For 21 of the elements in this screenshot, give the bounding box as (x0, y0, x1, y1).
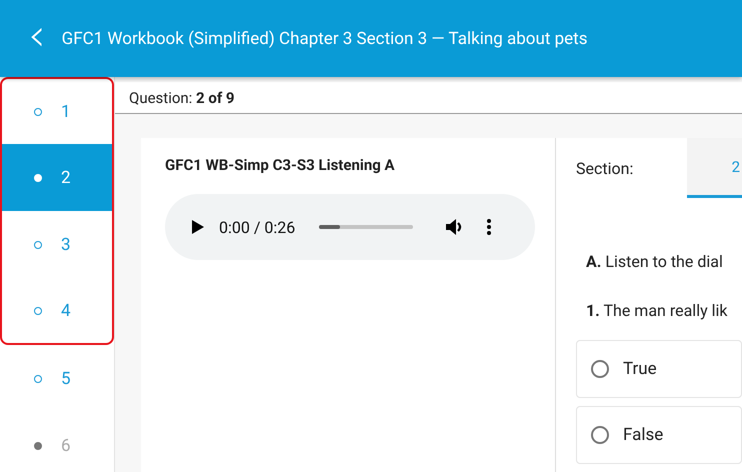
question-nav-item[interactable]: 2 (0, 144, 114, 211)
question-text: 1. The man really lik (586, 301, 729, 320)
audio-time: 0:00 / 0:26 (219, 218, 296, 236)
more-icon[interactable] (487, 219, 492, 235)
question-nav-item[interactable]: 5 (0, 345, 114, 412)
answer-option[interactable]: False (576, 406, 742, 464)
question-counter: Question: 2 of 9 (129, 88, 235, 106)
option-label: True (623, 359, 657, 379)
audio-player[interactable]: 0:00 / 0:26 (165, 194, 535, 260)
play-icon[interactable] (191, 219, 205, 235)
page-title: GFC1 Workbook (Simplified) Chapter 3 Section 3 — Talking about pets (62, 28, 588, 48)
radio-button[interactable] (591, 360, 609, 378)
answer-option[interactable]: True (576, 340, 742, 398)
section-tab[interactable]: 2 (687, 138, 742, 198)
radio-button[interactable] (591, 426, 609, 444)
back-button[interactable]: ‹ (0, 14, 54, 64)
audio-progress-track[interactable] (319, 225, 414, 229)
option-label: False (623, 425, 664, 445)
section-label: Section: (576, 158, 634, 178)
card-title: GFC1 WB-Simp C3-S3 Listening A (165, 156, 396, 174)
instruction-text: A. Listen to the dial (586, 252, 724, 271)
